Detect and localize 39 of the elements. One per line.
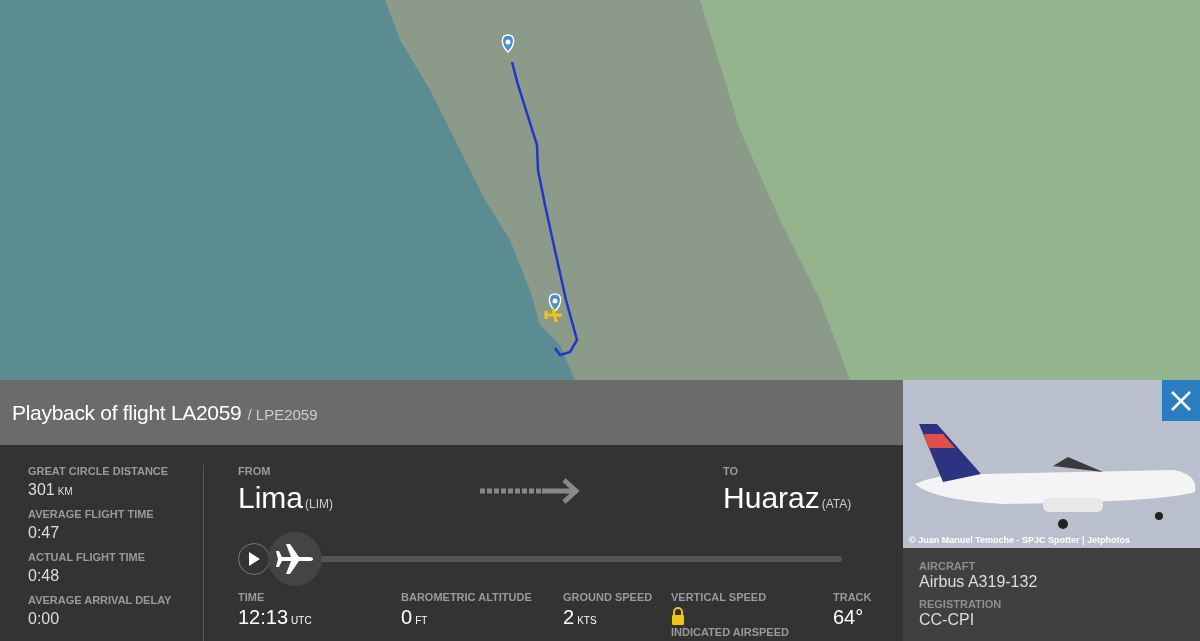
to-label: TO [723,465,740,477]
stat-label: AVERAGE ARRIVAL DELAY [28,594,173,606]
arrow-icon [480,477,581,505]
stat-label: GREAT CIRCLE DISTANCE [28,465,170,477]
aircraft-field-label: REGISTRATION [919,598,1003,610]
stat-value: 0:47 [28,524,61,542]
map-pin-icon [501,34,515,53]
readout-value: 2 KTS [563,606,598,629]
readout-label: TIME [238,591,266,603]
airplane-icon [543,306,564,324]
play-button[interactable] [238,543,270,575]
readout-value: 64° [833,606,865,629]
aircraft-field-value: CC-CPI [919,611,976,629]
readout-value: 12:13 UTC [238,606,313,629]
readout-label: BAROMETRIC ALTITUDE [401,591,533,603]
readout-value: 0 FT [401,606,429,629]
readout-label: GROUND SPEED [563,591,654,603]
map-pin-icon [548,293,562,312]
readout-label: INDICATED AIRSPEED [671,626,790,638]
playback-slider[interactable] [268,532,842,586]
play-icon [248,552,260,566]
callsign: / LPE2059 [247,406,318,423]
stat-label: ACTUAL FLIGHT TIME [28,551,147,563]
readout-label: VERTICAL SPEED [671,591,768,603]
lock-icon [671,607,685,625]
stat-value: 0:48 [28,567,61,585]
readout-label: TRACK [833,591,873,603]
stat-label: AVERAGE FLIGHT TIME [28,508,155,520]
from-label: FROM [238,465,272,477]
close-button[interactable] [1162,380,1200,421]
close-icon [1170,389,1192,412]
stat-value: 0:00 [28,610,61,628]
aircraft-field-value: Airbus A319-132 [919,573,1039,591]
photo-credit: © Juan Manuel Temoche - SPJC Spotter | Jetphotos [909,535,1130,545]
stat-value: 301 KM [28,481,74,499]
origin-city: Lima(LIM) [238,481,334,515]
destination-city: Huaraz(ATA) [723,481,852,515]
aircraft-field-label: AIRCRAFT [919,560,977,572]
flight-title: Playback of flight LA2059 [12,400,242,425]
